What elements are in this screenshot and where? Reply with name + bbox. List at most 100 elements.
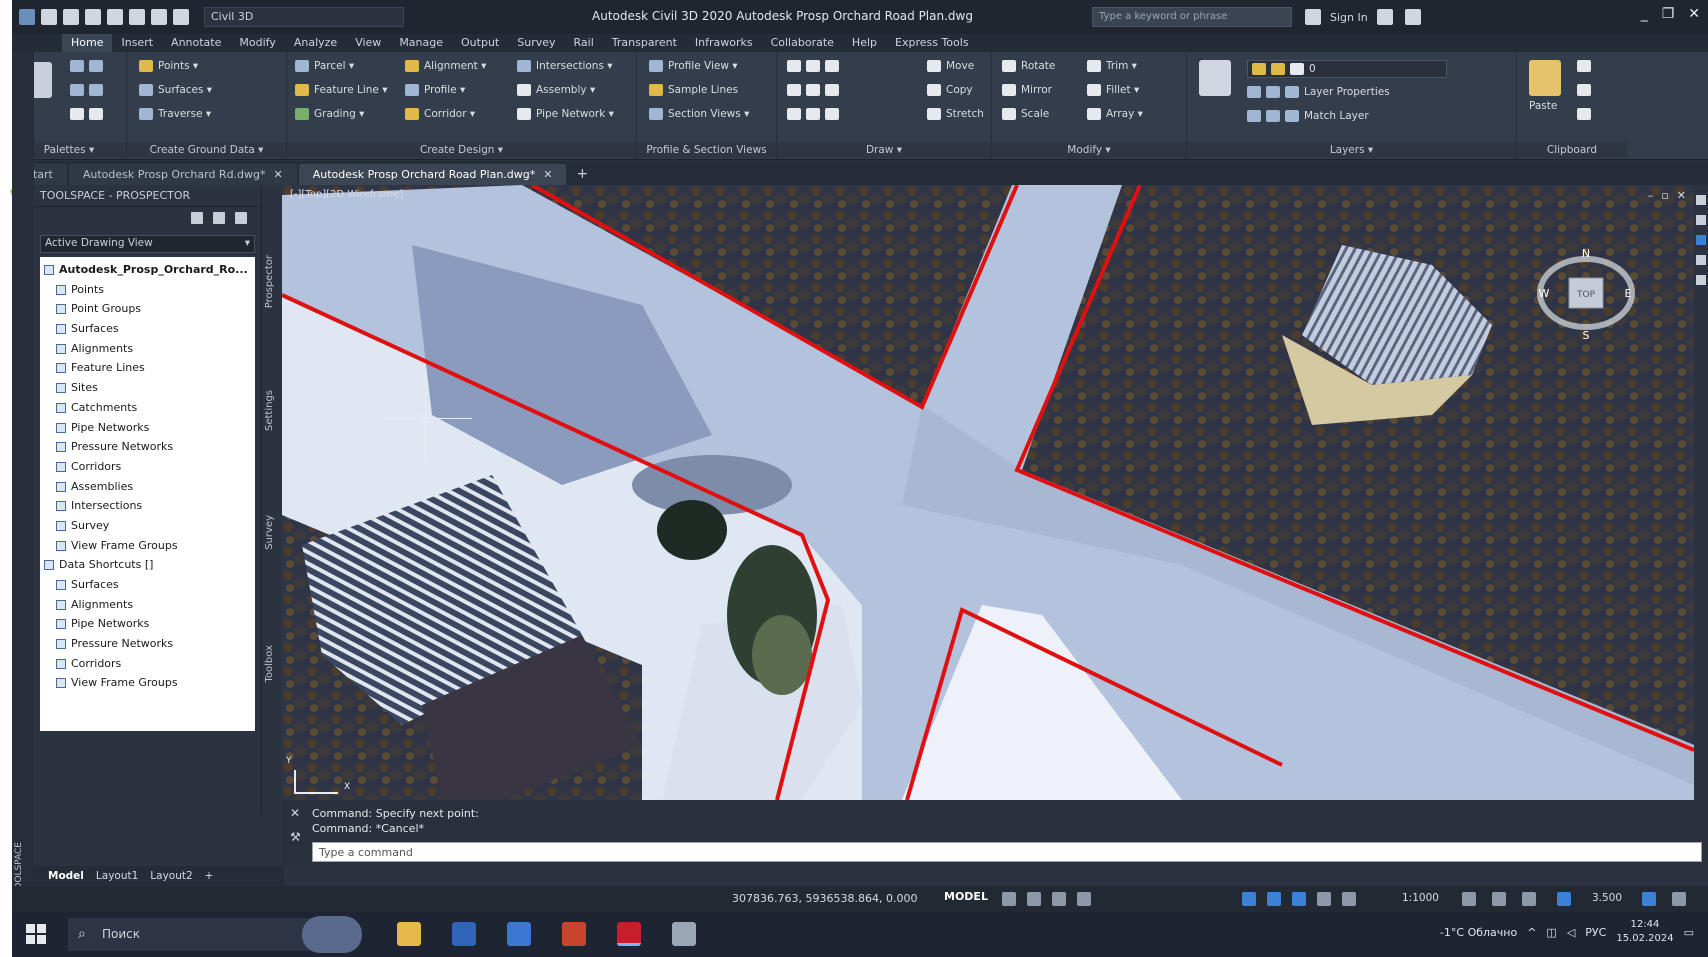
assembly-button[interactable]: Assembly ▾	[517, 84, 595, 96]
tree-item[interactable]: Autodesk_Prosp_Orchard_Ro...	[40, 260, 255, 280]
help-search-input[interactable]: Type a keyword or phrase	[1092, 7, 1292, 27]
open-file-icon[interactable]	[63, 9, 79, 25]
tab-output[interactable]: Output	[452, 34, 508, 52]
new-tab-button[interactable]: +	[576, 164, 588, 185]
feature-line-button[interactable]: Feature Line ▾	[295, 84, 388, 96]
stretch-button[interactable]: Stretch	[927, 108, 984, 120]
new-file-icon[interactable]	[41, 9, 57, 25]
panel-title[interactable]: Create Ground Data ▾	[127, 142, 286, 158]
close-button[interactable]: ✕	[1688, 6, 1700, 22]
language-indicator[interactable]: РУС	[1585, 926, 1606, 939]
viewcube[interactable]: TOP N W E S	[1536, 243, 1636, 343]
panel-title[interactable]: Create Design ▾	[287, 142, 636, 158]
command-input[interactable]: Type a command	[312, 842, 1702, 862]
parcel-button[interactable]: Parcel ▾	[295, 60, 354, 72]
showmotion-icon[interactable]	[1696, 275, 1706, 285]
powerpoint-icon[interactable]	[562, 922, 586, 946]
weather-status[interactable]: -1°C Облачно	[1440, 926, 1517, 939]
pan-icon[interactable]	[1696, 215, 1706, 225]
tree-item[interactable]: Feature Lines	[40, 358, 255, 378]
maximize-button[interactable]: ❐	[1662, 6, 1675, 22]
ellipse-icon[interactable]	[787, 108, 801, 120]
tool-palettes-icon[interactable]	[89, 60, 103, 72]
viewport-restore-icon[interactable]: ▫	[1661, 189, 1668, 202]
arc-icon[interactable]	[806, 60, 820, 72]
mirror-button[interactable]: Mirror	[1002, 84, 1052, 96]
isolate-objects-icon[interactable]	[1557, 892, 1571, 906]
minimize-button[interactable]: _	[1641, 6, 1648, 22]
prospector-close-icon[interactable]	[235, 212, 247, 224]
tab-rail[interactable]: Rail	[565, 34, 603, 52]
tab-annotate[interactable]: Annotate	[162, 34, 230, 52]
tab-insert[interactable]: Insert	[112, 34, 162, 52]
compass-north[interactable]: N	[1582, 247, 1590, 260]
layer-isolate-icon[interactable]	[1247, 86, 1261, 98]
side-tab-settings[interactable]: Settings	[264, 390, 280, 431]
notifications-icon[interactable]: ▭	[1684, 926, 1694, 939]
elevation-value[interactable]: 3.500	[1592, 892, 1622, 904]
line-icon[interactable]	[787, 60, 801, 72]
tab-modify[interactable]: Modify	[230, 34, 284, 52]
viewport-close-icon[interactable]: ✕	[1677, 189, 1686, 202]
tree-item[interactable]: Pipe Networks	[40, 614, 255, 634]
settings-icon[interactable]	[89, 84, 103, 96]
layout-tab-layout2[interactable]: Layout2	[150, 870, 192, 882]
volume-icon[interactable]: ◁	[1567, 926, 1575, 939]
undo-icon[interactable]	[151, 9, 167, 25]
tree-item[interactable]: Corridors	[40, 654, 255, 674]
grading-button[interactable]: Grading ▾	[295, 108, 364, 120]
layout-tab-layout1[interactable]: Layout1	[96, 870, 138, 882]
layer-properties-icon[interactable]	[1199, 60, 1231, 96]
region-icon[interactable]	[825, 108, 839, 120]
layer-lock-icon[interactable]	[1247, 110, 1261, 122]
network-icon[interactable]: ◫	[1546, 926, 1556, 939]
cut-icon[interactable]	[1577, 60, 1591, 72]
tab-manage[interactable]: Manage	[390, 34, 452, 52]
section-views-button[interactable]: Section Views ▾	[649, 108, 749, 120]
annotation-visibility-icon[interactable]	[1292, 892, 1306, 906]
app-menu-icon[interactable]	[19, 9, 35, 25]
layer-walk-icon[interactable]	[1285, 86, 1299, 98]
tree-item[interactable]: Survey	[40, 516, 255, 536]
chevron-up-icon[interactable]: ^	[1527, 926, 1536, 939]
hatch-icon[interactable]	[825, 84, 839, 96]
points-button[interactable]: Points ▾	[139, 60, 198, 72]
civil-3d-icon[interactable]	[1642, 892, 1656, 906]
save-icon[interactable]	[85, 9, 101, 25]
layout-tab-model[interactable]: Model	[48, 870, 84, 882]
viewcube-top-face[interactable]: TOP	[1576, 290, 1596, 300]
side-tab-toolbox[interactable]: Toolbox	[264, 645, 280, 683]
layer-previous-icon[interactable]	[1285, 110, 1299, 122]
object-snap-icon[interactable]	[1242, 892, 1256, 906]
alignment-button[interactable]: Alignment ▾	[405, 60, 486, 72]
doc-tab-drawing-1[interactable]: Autodesk Prosp Orchard Rd.dwg* ✕	[68, 164, 297, 185]
pipe-network-button[interactable]: Pipe Network ▾	[517, 108, 614, 120]
copy-clip-icon[interactable]	[1577, 84, 1591, 96]
auto-scale-icon[interactable]	[1317, 892, 1331, 906]
annotation-monitor-icon[interactable]	[1492, 892, 1506, 906]
windows-start-icon[interactable]	[26, 924, 46, 944]
paste-icon[interactable]	[1529, 60, 1561, 96]
traverse-button[interactable]: Traverse ▾	[139, 108, 211, 120]
polyline-icon[interactable]	[825, 60, 839, 72]
layer-off-icon[interactable]	[1266, 86, 1280, 98]
match-properties-icon[interactable]	[1577, 108, 1591, 120]
word-icon[interactable]	[452, 922, 476, 946]
tree-item[interactable]: Points	[40, 280, 255, 300]
workspace-gear-icon[interactable]	[1462, 892, 1476, 906]
doc-tab-drawing-2[interactable]: Autodesk Prosp Orchard Road Plan.dwg* ✕	[298, 164, 567, 185]
add-layout-button[interactable]: +	[205, 870, 214, 882]
save-app-icon[interactable]	[507, 922, 531, 946]
tab-analyze[interactable]: Analyze	[285, 34, 346, 52]
tree-item[interactable]: Pipe Networks	[40, 418, 255, 438]
tab-help[interactable]: Help	[843, 34, 886, 52]
item-view-icon[interactable]	[191, 212, 203, 224]
tree-item[interactable]: Alignments	[40, 595, 255, 615]
toolbox-icon[interactable]	[89, 108, 103, 120]
printer-icon[interactable]	[672, 922, 696, 946]
plot-icon[interactable]	[129, 9, 145, 25]
ortho-icon[interactable]	[1052, 892, 1066, 906]
tab-home[interactable]: Home	[62, 34, 113, 52]
annotation-scale-icon[interactable]	[1342, 892, 1356, 906]
fillet-button[interactable]: Fillet ▾	[1087, 84, 1139, 96]
